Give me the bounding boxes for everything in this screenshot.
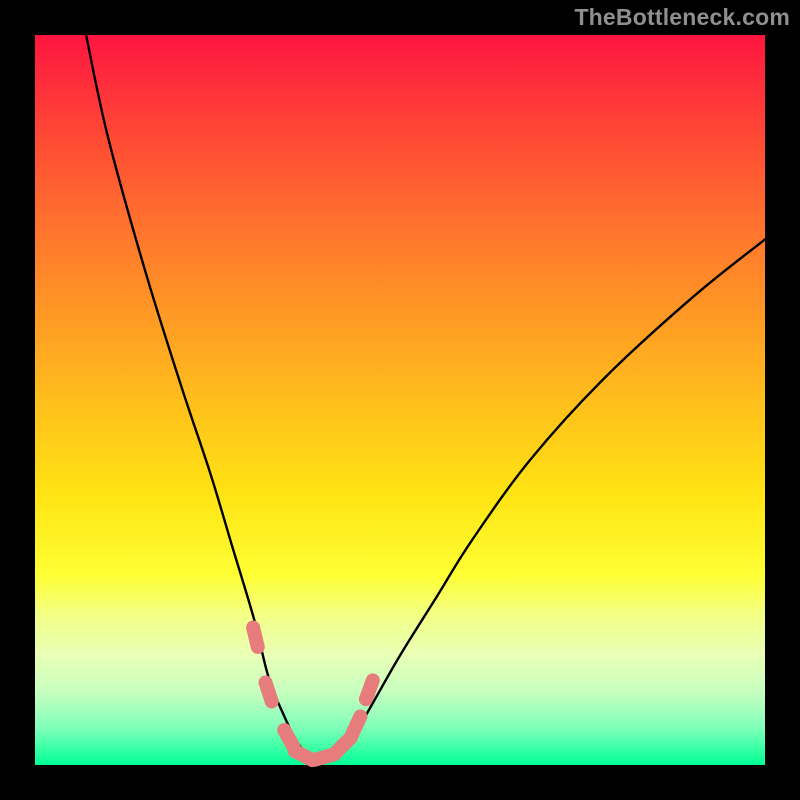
bottleneck-curve-svg (35, 35, 765, 765)
highlight-nubs-group (253, 628, 373, 761)
chart-frame: TheBottleneck.com (0, 0, 800, 800)
bottleneck-curve-path (86, 35, 765, 760)
watermark-text: TheBottleneck.com (574, 4, 790, 31)
plot-area (35, 35, 765, 765)
highlight-nub (366, 680, 373, 699)
highlight-nub (352, 717, 360, 735)
highlight-nub (266, 683, 272, 702)
highlight-nub (253, 628, 258, 648)
